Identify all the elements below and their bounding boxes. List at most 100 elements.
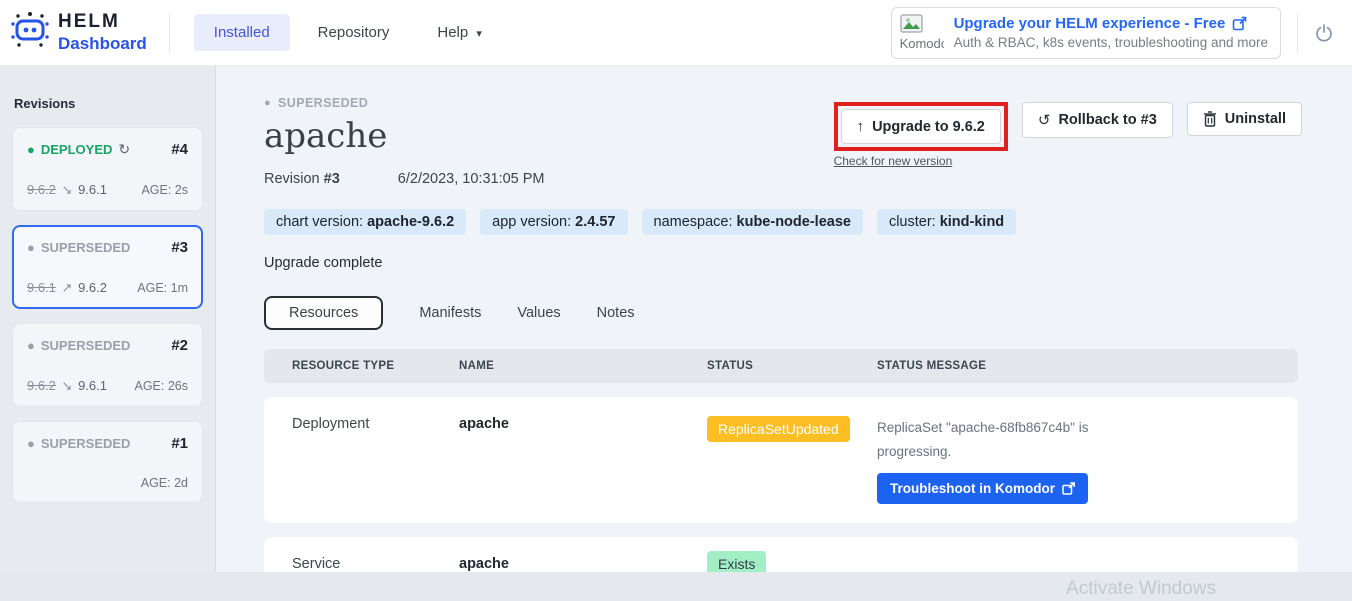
power-icon bbox=[1314, 23, 1334, 43]
revision-card-2[interactable]: ● SUPERSEDED #2 9.6.2 ↘ 9.6.1 AGE: 26s bbox=[12, 323, 203, 407]
tab-resources[interactable]: Resources bbox=[264, 296, 383, 330]
upgrade-button[interactable]: ↑ Upgrade to 9.6.2 bbox=[841, 109, 1001, 144]
badge-value: kind-kind bbox=[940, 214, 1004, 230]
main-nav: Installed Repository Help ▾ bbox=[194, 14, 502, 51]
activate-windows-watermark: Activate Windows bbox=[1066, 578, 1216, 600]
nav-tab-repository[interactable]: Repository bbox=[298, 14, 410, 51]
col-resource-type: RESOURCE TYPE bbox=[292, 360, 459, 372]
new-version: 9.6.1 bbox=[78, 378, 107, 393]
revision-number: #3 bbox=[171, 239, 188, 256]
release-status-label: SUPERSEDED bbox=[278, 96, 368, 110]
tab-notes[interactable]: Notes bbox=[597, 305, 635, 321]
rollback-icon: ↺ bbox=[1038, 111, 1051, 129]
bottom-band: Activate Windows bbox=[0, 572, 1352, 601]
release-meta: Revision #3 6/2/2023, 10:31:05 PM bbox=[264, 171, 1302, 187]
revision-versions: 9.6.1 ↗ 9.6.2 bbox=[27, 280, 107, 296]
cluster-badge: cluster: kind-kind bbox=[877, 209, 1016, 235]
status-message-line1: ReplicaSet "apache-68fb867c4b" is bbox=[877, 416, 1298, 440]
nav-tab-installed[interactable]: Installed bbox=[194, 14, 290, 51]
logo-line2: Dashboard bbox=[58, 34, 147, 54]
old-version: 9.6.2 bbox=[27, 378, 56, 393]
badge-value: apache-9.6.2 bbox=[367, 214, 454, 230]
new-version: 9.6.1 bbox=[78, 182, 107, 197]
release-badges: chart version: apache-9.6.2 app version:… bbox=[264, 209, 1302, 235]
revisions-sidebar: Revisions ● DEPLOYED ↻ #4 9.6.2 ↘ 9.6.1 … bbox=[0, 66, 215, 601]
nav-tab-help[interactable]: Help ▾ bbox=[417, 14, 502, 51]
revision-number: #2 bbox=[171, 337, 188, 354]
tab-values[interactable]: Values bbox=[517, 305, 560, 321]
revision-card-4[interactable]: ● DEPLOYED ↻ #4 9.6.2 ↘ 9.6.1 AGE: 2s bbox=[12, 127, 203, 211]
revision-age: AGE: 2s bbox=[141, 183, 188, 197]
new-version: 9.6.2 bbox=[78, 280, 107, 295]
status-label: SUPERSEDED bbox=[41, 338, 131, 353]
revision-number: #3 bbox=[324, 171, 340, 187]
tab-manifests[interactable]: Manifests bbox=[419, 305, 481, 321]
revision-age: AGE: 2d bbox=[141, 476, 188, 490]
status-label: SUPERSEDED bbox=[41, 240, 131, 255]
revision-versions: 9.6.2 ↘ 9.6.1 bbox=[27, 182, 107, 198]
revision-number: #4 bbox=[171, 141, 188, 158]
revision-number: #1 bbox=[171, 435, 188, 452]
version-arrow-icon: ↗ bbox=[60, 280, 75, 295]
page-body: Revisions ● DEPLOYED ↻ #4 9.6.2 ↘ 9.6.1 … bbox=[0, 66, 1352, 601]
resource-name: apache bbox=[459, 416, 707, 432]
logo-line1: HELM bbox=[58, 11, 147, 33]
revision-versions: 9.6.2 ↘ 9.6.1 bbox=[27, 378, 107, 394]
trash-icon bbox=[1203, 111, 1217, 127]
chevron-down-icon: ▾ bbox=[476, 28, 482, 40]
namespace-badge: namespace: kube-node-lease bbox=[642, 209, 863, 235]
badge-label: chart version: bbox=[276, 214, 367, 230]
resource-status-cell: ReplicaSetUpdated bbox=[707, 416, 877, 442]
revision-status: ● SUPERSEDED bbox=[27, 338, 130, 353]
rollback-button[interactable]: ↺ Rollback to #3 bbox=[1022, 102, 1173, 138]
broken-image-icon bbox=[900, 14, 926, 36]
release-detail-panel: ● SUPERSEDED apache Revision #3 6/2/2023… bbox=[215, 66, 1352, 601]
col-status: STATUS bbox=[707, 360, 877, 372]
revision-card-1[interactable]: ● SUPERSEDED #1 AGE: 2d bbox=[12, 421, 203, 503]
detail-tabs: Resources Manifests Values Notes bbox=[264, 296, 1302, 330]
upgrade-section: ↑ Upgrade to 9.6.2 Check for new version bbox=[834, 102, 1008, 168]
table-header: RESOURCE TYPE NAME STATUS STATUS MESSAGE bbox=[264, 349, 1298, 383]
revision-card-3-selected[interactable]: ● SUPERSEDED #3 9.6.1 ↗ 9.6.2 AGE: 1m bbox=[12, 225, 203, 309]
helm-logo-icon bbox=[10, 9, 50, 56]
col-name: NAME bbox=[459, 360, 707, 372]
uninstall-button[interactable]: Uninstall bbox=[1187, 102, 1302, 136]
header-divider-2 bbox=[1297, 14, 1298, 52]
rollback-label: Rollback to #3 bbox=[1058, 112, 1156, 128]
logo-text: HELM Dashboard bbox=[58, 11, 147, 54]
banner-subtitle: Auth & RBAC, k8s events, troubleshooting… bbox=[954, 35, 1268, 50]
troubleshoot-label: Troubleshoot in Komodor bbox=[890, 481, 1055, 496]
reload-icon: ↻ bbox=[118, 141, 130, 158]
komodor-upgrade-banner[interactable]: Komodor Upgrade your HELM experience - F… bbox=[891, 7, 1281, 59]
status-label: SUPERSEDED bbox=[41, 436, 131, 451]
status-badge: ReplicaSetUpdated bbox=[707, 416, 850, 442]
arrow-up-icon: ↑ bbox=[857, 118, 865, 135]
status-dot: ● bbox=[27, 142, 35, 157]
status-dot: ● bbox=[264, 97, 271, 109]
status-dot: ● bbox=[27, 240, 35, 255]
resource-type: Deployment bbox=[292, 416, 459, 432]
uninstall-label: Uninstall bbox=[1225, 111, 1286, 127]
revisions-title: Revisions bbox=[14, 96, 203, 111]
resources-table: RESOURCE TYPE NAME STATUS STATUS MESSAGE… bbox=[264, 349, 1298, 591]
revision-label: Revision bbox=[264, 171, 320, 187]
revision-age: AGE: 1m bbox=[137, 281, 188, 295]
col-status-message: STATUS MESSAGE bbox=[877, 360, 1298, 372]
status-label: DEPLOYED bbox=[41, 142, 113, 157]
komodor-image-alt-text: Komodor bbox=[900, 36, 944, 51]
check-new-version-link[interactable]: Check for new version bbox=[834, 154, 1008, 168]
status-dot: ● bbox=[27, 436, 35, 451]
helm-dashboard-logo[interactable]: HELM Dashboard bbox=[10, 9, 147, 56]
resource-type: Service bbox=[292, 556, 459, 572]
old-version: 9.6.2 bbox=[27, 182, 56, 197]
badge-label: namespace: bbox=[654, 214, 737, 230]
help-label: Help bbox=[437, 24, 468, 41]
shutdown-button[interactable] bbox=[1314, 23, 1334, 43]
version-arrow-icon: ↘ bbox=[60, 182, 75, 197]
badge-value: 2.4.57 bbox=[575, 214, 615, 230]
resource-name: apache bbox=[459, 556, 707, 572]
troubleshoot-komodor-button[interactable]: Troubleshoot in Komodor bbox=[877, 473, 1088, 504]
status-message-cell: ReplicaSet "apache-68fb867c4b" is progre… bbox=[877, 416, 1298, 504]
banner-text: Upgrade your HELM experience - Free Auth… bbox=[954, 15, 1268, 50]
chart-version-badge: chart version: apache-9.6.2 bbox=[264, 209, 466, 235]
